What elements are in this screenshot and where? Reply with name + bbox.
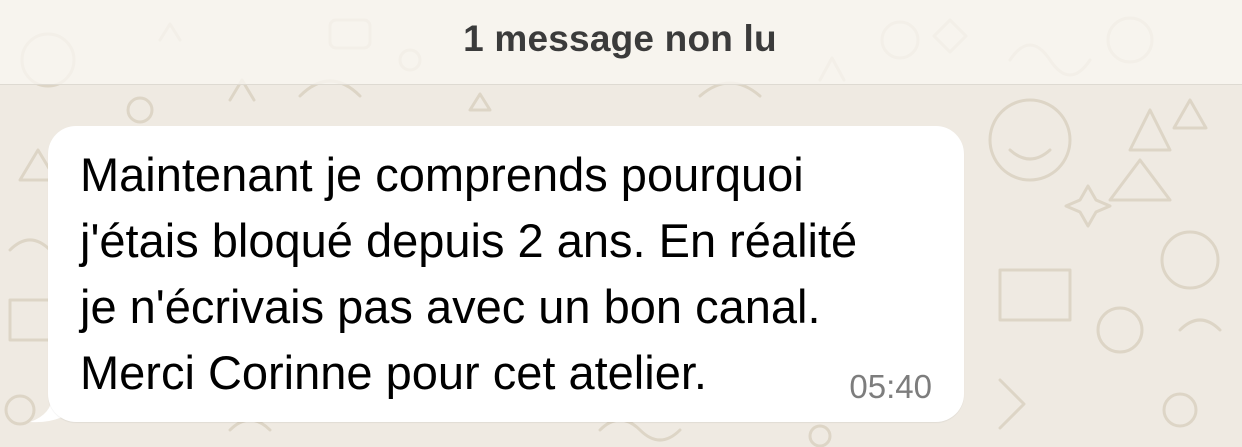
unread-messages-banner: 1 message non lu [0, 0, 1242, 85]
incoming-message-bubble[interactable]: Maintenant je comprends pourquoi j'étais… [48, 126, 964, 422]
message-timestamp: 05:40 [849, 368, 932, 405]
unread-count-label: 1 message non lu [463, 18, 777, 59]
message-text: Maintenant je comprends pourquoi j'étais… [80, 148, 858, 399]
